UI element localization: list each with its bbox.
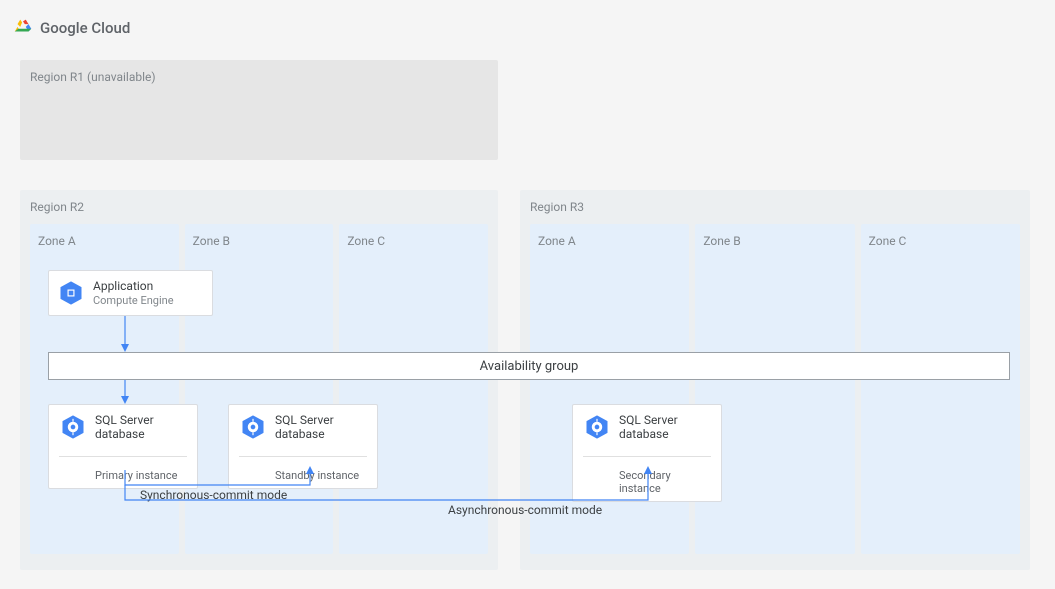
r2-zone-b-label: Zone B xyxy=(193,234,326,248)
db-secondary-instance: Secondary instance xyxy=(583,469,711,495)
db-secondary-card: SQL Server database Secondary instance xyxy=(572,404,722,502)
divider xyxy=(583,456,711,457)
cloud-sql-icon xyxy=(239,413,267,441)
db-primary-title: SQL Server database xyxy=(95,413,187,442)
db-standby-card: SQL Server database Standby instance xyxy=(228,404,378,489)
db-standby-title: SQL Server database xyxy=(275,413,367,442)
gcp-logo-icon xyxy=(12,16,34,39)
r3-zone-c: Zone C xyxy=(861,224,1020,554)
r2-zone-a-label: Zone A xyxy=(38,234,171,248)
db-standby-instance: Standby instance xyxy=(239,469,367,482)
db-primary-card: SQL Server database Primary instance xyxy=(48,404,198,489)
divider xyxy=(239,456,367,457)
compute-engine-icon xyxy=(57,279,85,307)
region-r2-label: Region R2 xyxy=(30,200,488,214)
r3-zone-b: Zone B xyxy=(695,224,854,554)
application-subtitle: Compute Engine xyxy=(93,294,174,307)
region-r1: Region R1 (unavailable) xyxy=(20,60,498,160)
brand-name: Google xyxy=(40,19,88,37)
r3-zone-c-label: Zone C xyxy=(869,234,1012,248)
brand-text: Google Cloud xyxy=(40,19,130,37)
application-title: Application xyxy=(93,279,174,293)
region-r1-label: Region R1 (unavailable) xyxy=(30,70,488,84)
header: Google Cloud xyxy=(0,0,1055,47)
r3-zone-a-label: Zone A xyxy=(538,234,681,248)
r3-zone-b-label: Zone B xyxy=(703,234,846,248)
db-secondary-title: SQL Server database xyxy=(619,413,711,442)
async-commit-label: Asynchronous-commit mode xyxy=(448,503,602,517)
region-r3-label: Region R3 xyxy=(530,200,1020,214)
availability-group: Availability group xyxy=(48,352,1010,380)
db-primary-instance: Primary instance xyxy=(59,469,187,482)
availability-group-label: Availability group xyxy=(480,359,579,374)
cloud-sql-icon xyxy=(59,413,87,441)
product-name: Cloud xyxy=(91,19,130,37)
cloud-sql-icon xyxy=(583,413,611,441)
application-card: Application Compute Engine xyxy=(48,270,213,316)
divider xyxy=(59,456,187,457)
r2-zone-c-label: Zone C xyxy=(347,234,480,248)
region-r2: Region R2 Zone A Zone B Zone C xyxy=(20,190,498,570)
sync-commit-label: Synchronous-commit mode xyxy=(140,488,287,502)
